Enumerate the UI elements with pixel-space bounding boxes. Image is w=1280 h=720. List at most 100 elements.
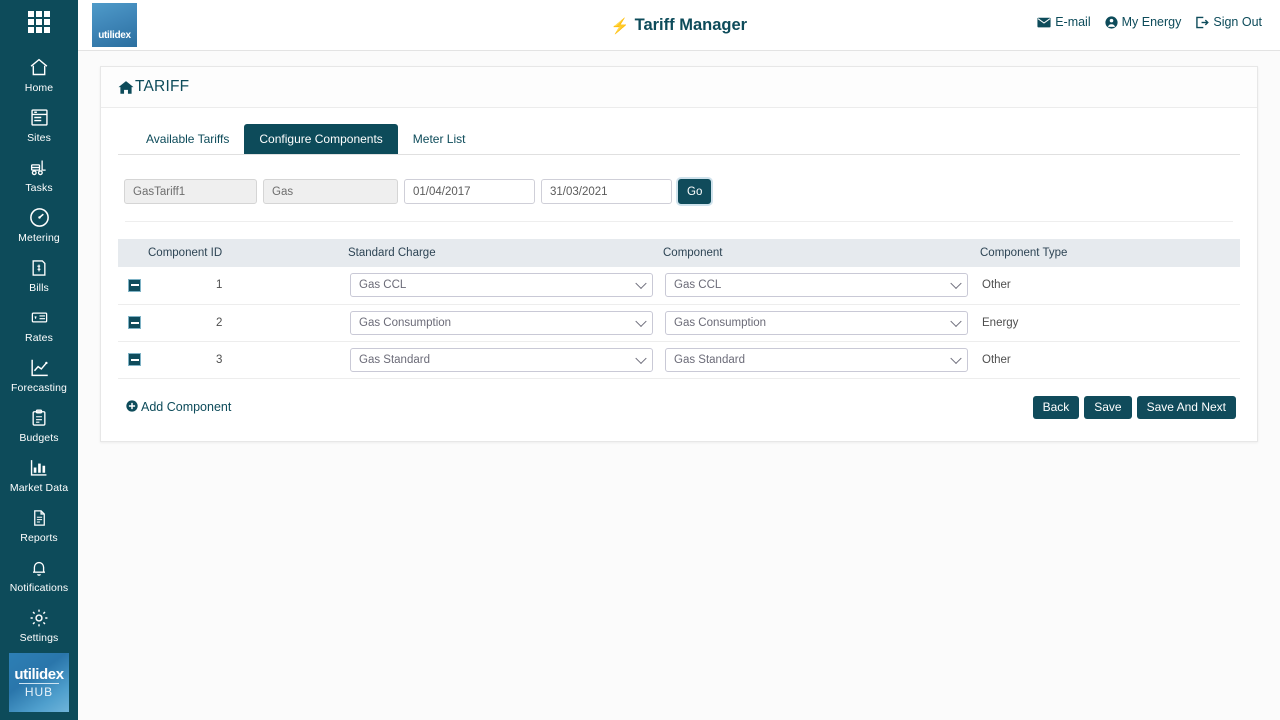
app-title-text: Tariff Manager — [635, 16, 747, 35]
email-link-label: E-mail — [1055, 15, 1090, 29]
table-row: 3 Gas Standard Gas Standard — [118, 341, 1240, 378]
tab-configure-components[interactable]: Configure Components — [244, 124, 397, 154]
sidebar-item-market-data[interactable]: Market Data — [0, 450, 78, 500]
top-nav-links: E-mail My Energy Sign Out — [1037, 15, 1262, 29]
tariff-panel: TARIFF Available Tariffs Configure Compo… — [100, 66, 1258, 442]
bar-chart-icon — [28, 456, 50, 480]
hub-logo-brand: utilidex — [14, 667, 63, 682]
sidebar-item-label: Market Data — [10, 482, 68, 495]
fuel-type-input[interactable] — [263, 179, 398, 204]
component-cell: Gas CCL — [663, 267, 980, 304]
utilidex-hub-logo[interactable]: utilidex HUB — [9, 653, 69, 712]
component-select-value: Gas Consumption — [674, 317, 766, 329]
sign-out-icon — [1195, 16, 1209, 29]
sidebar-item-forecasting[interactable]: Forecasting — [0, 350, 78, 400]
action-buttons: Back Save Save And Next — [1033, 396, 1236, 419]
component-select[interactable]: Gas Consumption — [665, 311, 968, 335]
sidebar-item-bills[interactable]: Bills — [0, 250, 78, 300]
my-energy-link-label: My Energy — [1122, 15, 1182, 29]
column-component-type: Component Type — [980, 239, 1240, 267]
sidebar-item-label: Home — [25, 82, 53, 95]
date-to-input[interactable] — [541, 179, 672, 204]
envelope-icon — [1037, 17, 1051, 28]
chevron-down-icon — [635, 352, 646, 363]
add-component-button[interactable]: Add Component — [126, 400, 231, 415]
component-id-cell: 1 — [148, 267, 348, 304]
sidebar-item-home[interactable]: Home — [0, 50, 78, 100]
component-id-cell: 3 — [148, 341, 348, 378]
sidebar-item-sites[interactable]: Sites — [0, 100, 78, 150]
sidebar-item-tasks[interactable]: Tasks — [0, 150, 78, 200]
collapse-icon[interactable] — [128, 316, 141, 329]
sidebar-item-budgets[interactable]: Budgets — [0, 400, 78, 450]
component-type-cell: Other — [980, 267, 1240, 304]
plus-circle-icon — [126, 400, 138, 415]
standard-charge-select-value: Gas Consumption — [359, 317, 451, 329]
sidebar-item-settings[interactable]: Settings — [0, 600, 78, 650]
invoice-dollar-icon — [29, 256, 49, 280]
component-cell: Gas Standard — [663, 341, 980, 378]
back-button[interactable]: Back — [1033, 396, 1080, 419]
save-and-next-button[interactable]: Save And Next — [1137, 396, 1236, 419]
sign-out-link[interactable]: Sign Out — [1195, 15, 1262, 29]
sidebar-item-reports[interactable]: Reports — [0, 500, 78, 550]
document-icon — [30, 506, 49, 530]
standard-charge-cell: Gas Standard — [348, 341, 663, 378]
components-table: Component ID Standard Charge Component C… — [118, 239, 1240, 379]
date-from-input[interactable] — [404, 179, 535, 204]
component-id-cell: 2 — [148, 304, 348, 341]
component-select[interactable]: Gas Standard — [665, 348, 968, 372]
filter-row: Go — [118, 155, 1240, 204]
sidebar-item-label: Reports — [20, 532, 57, 545]
my-energy-link[interactable]: My Energy — [1105, 15, 1182, 29]
row-toggle-cell — [118, 341, 148, 378]
component-select-value: Gas Standard — [674, 354, 745, 366]
chevron-down-icon — [635, 315, 646, 326]
table-row: 2 Gas Consumption Gas Consumption — [118, 304, 1240, 341]
component-select-value: Gas CCL — [674, 279, 721, 291]
sidebar-item-label: Tasks — [25, 182, 52, 195]
sidebar-item-label: Settings — [20, 632, 59, 645]
standard-charge-select[interactable]: Gas CCL — [350, 273, 653, 297]
chevron-down-icon — [635, 278, 646, 289]
bell-icon — [29, 556, 49, 580]
row-toggle-cell — [118, 267, 148, 304]
main-content: TARIFF Available Tariffs Configure Compo… — [78, 51, 1280, 720]
standard-charge-cell: Gas Consumption — [348, 304, 663, 341]
collapse-icon[interactable] — [128, 353, 141, 366]
save-button[interactable]: Save — [1084, 396, 1131, 419]
sidebar-item-label: Rates — [25, 332, 53, 345]
sidebar-item-label: Bills — [29, 282, 49, 295]
email-link[interactable]: E-mail — [1037, 15, 1090, 29]
sidebar-item-label: Metering — [18, 232, 60, 245]
standard-charge-cell: Gas CCL — [348, 267, 663, 304]
panel-header: TARIFF — [101, 67, 1257, 108]
user-circle-icon — [1105, 16, 1118, 29]
hub-logo-suffix: HUB — [25, 686, 53, 698]
sidebar-item-notifications[interactable]: Notifications — [0, 550, 78, 600]
tab-meter-list[interactable]: Meter List — [398, 124, 481, 154]
tab-available-tariffs[interactable]: Available Tariffs — [131, 124, 244, 154]
collapse-icon[interactable] — [128, 279, 141, 292]
component-select[interactable]: Gas CCL — [665, 273, 968, 297]
table-header: Component ID Standard Charge Component C… — [118, 239, 1240, 267]
go-button[interactable]: Go — [678, 179, 711, 204]
line-chart-icon — [28, 356, 51, 380]
standard-charge-select-value: Gas CCL — [359, 279, 406, 291]
standard-charge-select[interactable]: Gas Consumption — [350, 311, 653, 335]
gear-icon — [28, 606, 50, 630]
table-row: 1 Gas CCL Gas CCL — [118, 267, 1240, 304]
sidebar-item-rates[interactable]: Rates — [0, 300, 78, 350]
component-type-cell: Energy — [980, 304, 1240, 341]
home-icon — [28, 56, 50, 80]
standard-charge-select[interactable]: Gas Standard — [350, 348, 653, 372]
column-component: Component — [663, 239, 980, 267]
sidebar-item-metering[interactable]: Metering — [0, 200, 78, 250]
standard-charge-select-value: Gas Standard — [359, 354, 430, 366]
component-type-cell: Other — [980, 341, 1240, 378]
chevron-down-icon — [950, 352, 961, 363]
forklift-icon — [28, 156, 51, 180]
bolt-icon: ⚡ — [611, 17, 630, 35]
tariff-name-input[interactable] — [124, 179, 257, 204]
grid-apps-icon[interactable] — [0, 0, 78, 44]
